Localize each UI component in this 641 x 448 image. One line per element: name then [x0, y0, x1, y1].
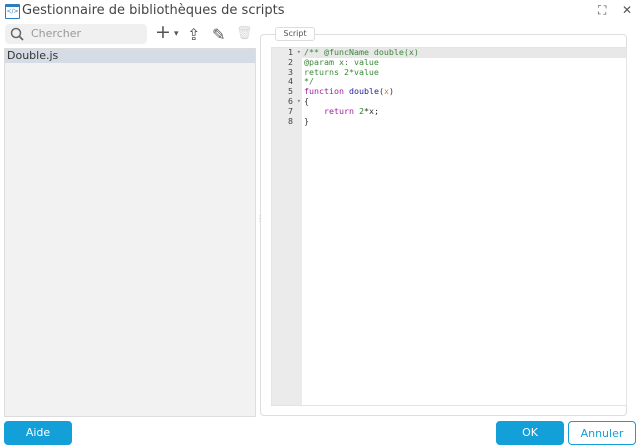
- code-token: /** @funcName double(x): [304, 47, 419, 57]
- code-editor[interactable]: 12345678 /** @funcName double(x)@param x…: [271, 47, 627, 406]
- code-token: }: [304, 115, 309, 126]
- code-line: }: [304, 115, 626, 127]
- code-line: returns 2*value: [304, 66, 626, 78]
- delete-icon[interactable]: 🗑: [236, 26, 253, 41]
- list-item[interactable]: Double.js: [5, 49, 255, 63]
- line-number: 4: [288, 76, 293, 87]
- help-button[interactable]: Aide: [4, 421, 72, 445]
- script-list: Double.js: [4, 48, 256, 417]
- line-number: 5: [288, 86, 293, 97]
- code-token: {: [304, 95, 309, 106]
- line-number: 1: [272, 47, 302, 58]
- line-number: 8: [288, 115, 293, 126]
- ok-button[interactable]: OK: [496, 421, 564, 445]
- app-icon: </>: [5, 4, 20, 19]
- line-number: 6: [272, 96, 302, 107]
- add-dropdown-icon[interactable]: ▾: [174, 29, 179, 39]
- line-gutter: 12345678: [272, 47, 302, 405]
- cancel-button[interactable]: Annuler: [568, 421, 636, 445]
- code-content[interactable]: /** @funcName double(x) @param x: value re…: [304, 47, 626, 127]
- line-number: 2: [288, 56, 293, 67]
- window-title: Gestionnaire de bibliothèques de scripts: [22, 3, 285, 18]
- code-token: *x;: [363, 105, 379, 116]
- close-icon[interactable]: ✕: [622, 3, 632, 17]
- line-number: 3: [288, 66, 293, 77]
- search-input[interactable]: Chercher: [5, 24, 147, 44]
- code-token: @param x: value: [304, 56, 379, 67]
- add-icon[interactable]: +: [155, 21, 171, 43]
- code-line: function double(x): [304, 86, 626, 97]
- export-icon[interactable]: ⇪: [187, 25, 200, 44]
- tab-script[interactable]: Script: [275, 27, 315, 41]
- code-token: double: [348, 86, 379, 97]
- search-icon: [10, 27, 24, 41]
- edit-icon[interactable]: ✎: [212, 25, 225, 44]
- search-placeholder: Chercher: [31, 27, 82, 40]
- line-number: 7: [288, 105, 293, 116]
- maximize-icon[interactable]: ⛶: [598, 3, 606, 18]
- code-token: function: [304, 86, 344, 97]
- code-line: return 2*x;: [304, 105, 626, 117]
- code-token: returns 2*value: [304, 66, 379, 77]
- code-token: return: [323, 105, 354, 116]
- code-token: */: [304, 76, 314, 87]
- code-token: ): [388, 86, 394, 97]
